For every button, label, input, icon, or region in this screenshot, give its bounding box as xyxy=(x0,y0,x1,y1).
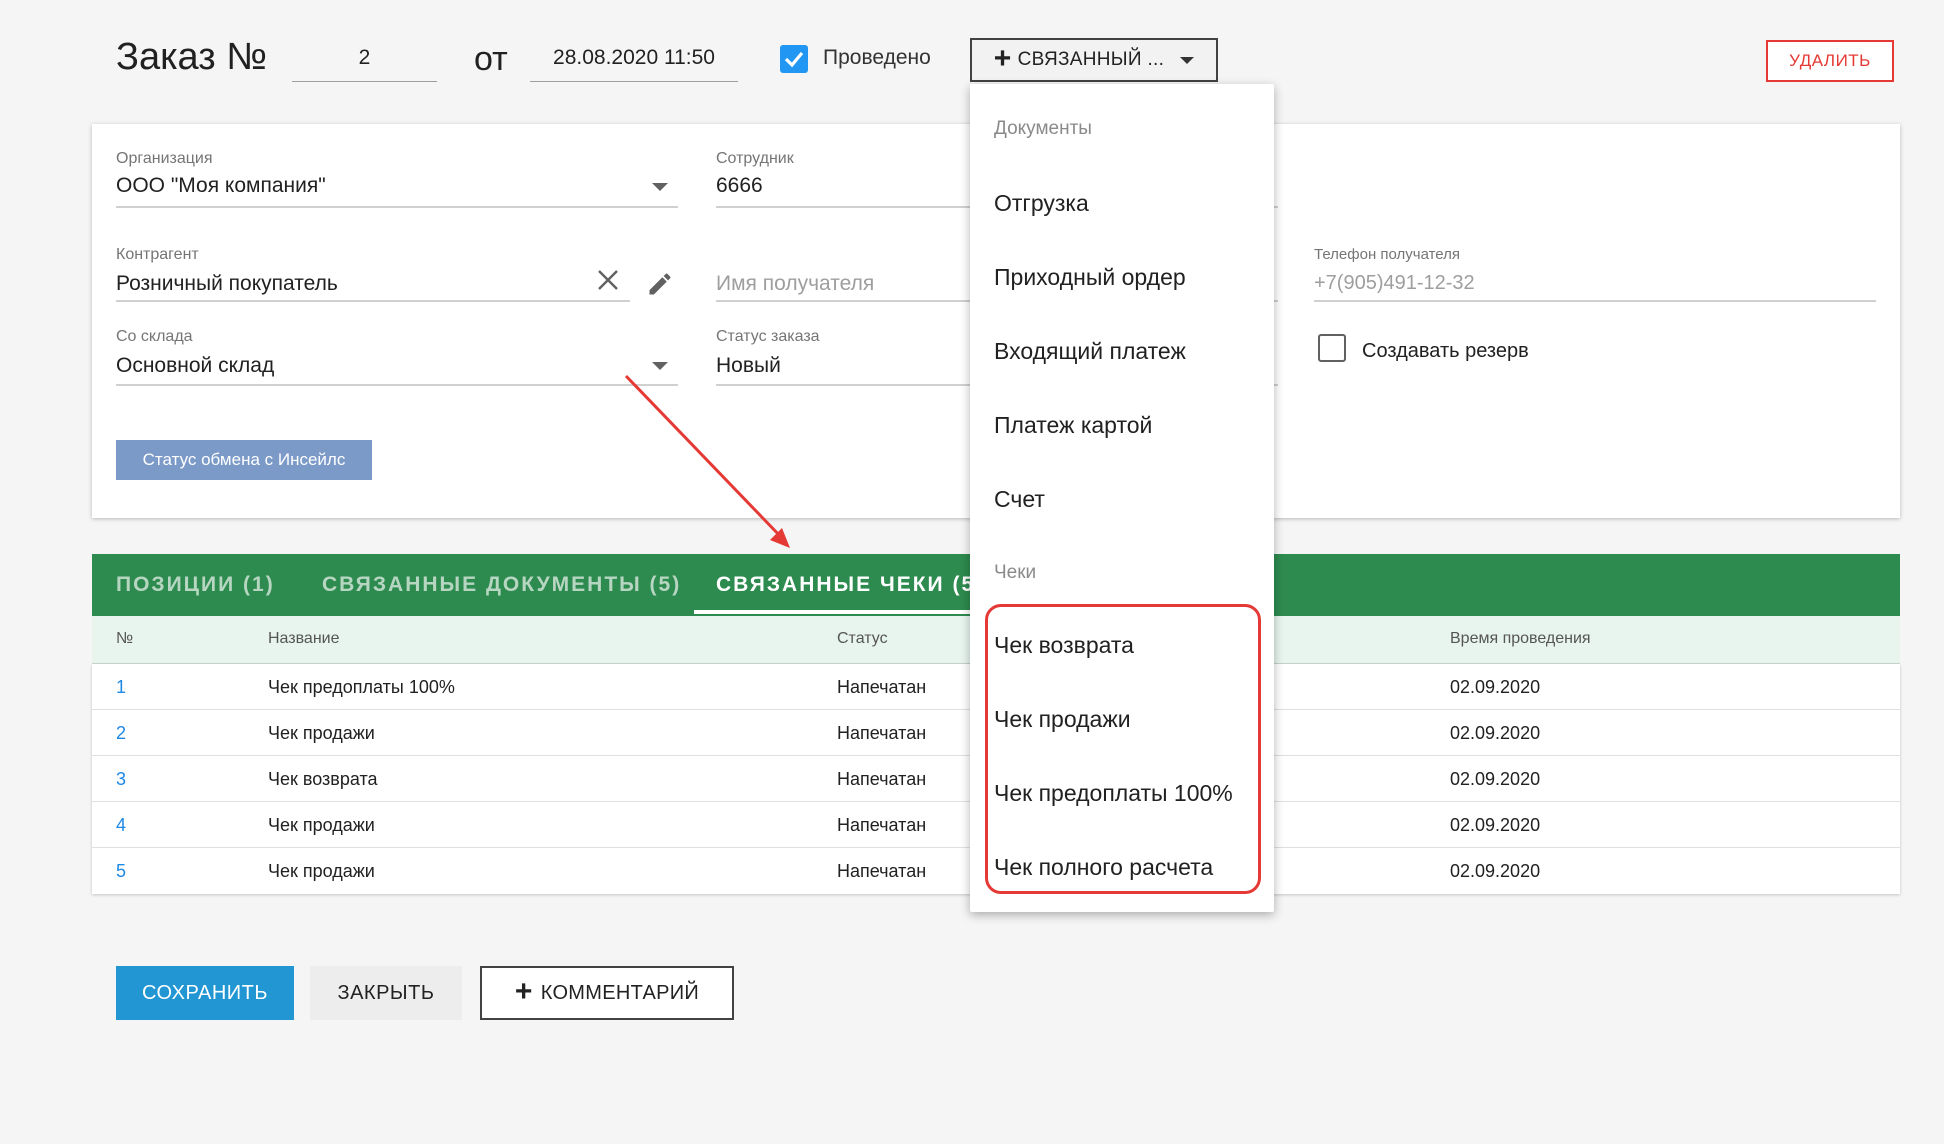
edit-pencil-icon[interactable] xyxy=(646,270,674,298)
receipts-highlight-frame xyxy=(985,604,1261,894)
organization-label: Организация xyxy=(116,150,213,167)
column-header-number: № xyxy=(116,630,134,647)
exchange-status-button[interactable]: Статус обмена с Инсейлс xyxy=(116,440,372,480)
row-time: 02.09.2020 xyxy=(1450,769,1541,789)
organization-select[interactable]: ООО "Моя компания" xyxy=(116,174,326,198)
employee-label: Сотрудник xyxy=(716,150,794,167)
from-label: от xyxy=(474,40,508,78)
recipient-phone-label: Телефон получателя xyxy=(1314,246,1461,263)
column-header-status: Статус xyxy=(837,630,888,647)
create-linked-label: СВЯЗАННЫЙ ... xyxy=(1017,49,1165,70)
row-name: Чек предоплаты 100% xyxy=(268,677,455,697)
row-time: 02.09.2020 xyxy=(1450,861,1541,881)
menu-item-invoice[interactable]: Счет xyxy=(994,486,1045,513)
create-linked-button[interactable]: + СВЯЗАННЫЙ ... xyxy=(970,38,1218,82)
row-number-link[interactable]: 2 xyxy=(116,723,126,744)
menu-item-shipment[interactable]: Отгрузка xyxy=(994,190,1089,217)
row-time: 02.09.2020 xyxy=(1450,723,1541,743)
employee-field[interactable]: 6666 xyxy=(716,174,763,198)
caret-down-icon xyxy=(1180,56,1195,64)
warehouse-dropdown-icon[interactable] xyxy=(652,362,668,370)
tab-linked-receipts[interactable]: СВЯЗАННЫЕ ЧЕКИ (5) xyxy=(716,554,984,616)
order-status-select[interactable]: Новый xyxy=(716,354,781,378)
check-icon xyxy=(784,51,804,68)
order-number-field[interactable]: 2 xyxy=(292,40,437,82)
row-status: Напечатан xyxy=(837,815,927,835)
row-number-link[interactable]: 4 xyxy=(116,815,126,836)
row-name: Чек продажи xyxy=(268,723,375,743)
close-button[interactable]: ЗАКРЫТЬ xyxy=(310,966,462,1020)
order-status-label: Статус заказа xyxy=(716,328,820,345)
row-number-link[interactable]: 5 xyxy=(116,861,126,882)
posted-checkbox[interactable] xyxy=(780,45,808,73)
order-date-field[interactable]: 28.08.2020 11:50 xyxy=(530,40,738,82)
clear-icon[interactable] xyxy=(596,268,620,292)
row-status: Напечатан xyxy=(837,769,927,789)
active-tab-indicator xyxy=(694,610,974,614)
add-comment-label: КОММЕНТАРИЙ xyxy=(540,981,700,1004)
row-status: Напечатан xyxy=(837,723,927,743)
row-time: 02.09.2020 xyxy=(1450,815,1541,835)
delete-button[interactable]: УДАЛИТЬ xyxy=(1766,40,1894,82)
recipient-name-input[interactable]: Имя получателя xyxy=(716,272,874,296)
counterparty-label: Контрагент xyxy=(116,246,199,263)
tab-positions[interactable]: ПОЗИЦИИ (1) xyxy=(116,554,275,616)
create-reserve-label: Создавать резерв xyxy=(1362,340,1529,362)
posted-label: Проведено xyxy=(823,46,931,69)
menu-header-receipts: Чеки xyxy=(994,562,1037,583)
warehouse-select[interactable]: Основной склад xyxy=(116,354,274,378)
plus-icon: + xyxy=(993,41,1012,75)
menu-item-incoming-payment[interactable]: Входящий платеж xyxy=(994,338,1186,365)
recipient-phone-underline xyxy=(1314,300,1876,302)
organization-dropdown-icon[interactable] xyxy=(652,183,668,191)
create-reserve-checkbox[interactable] xyxy=(1318,334,1346,362)
counterparty-underline xyxy=(116,300,630,302)
tab-linked-documents[interactable]: СВЯЗАННЫЕ ДОКУМЕНТЫ (5) xyxy=(322,554,681,616)
row-status: Напечатан xyxy=(837,861,927,881)
counterparty-field[interactable]: Розничный покупатель xyxy=(116,272,338,296)
organization-underline xyxy=(116,206,678,208)
row-name: Чек возврата xyxy=(268,769,378,789)
warehouse-label: Со склада xyxy=(116,328,193,345)
warehouse-underline xyxy=(116,384,678,386)
page-title: Заказ № xyxy=(116,36,267,78)
menu-item-card-payment[interactable]: Платеж картой xyxy=(994,412,1152,439)
menu-item-receipt-order[interactable]: Приходный ордер xyxy=(994,264,1186,291)
row-number-link[interactable]: 1 xyxy=(116,677,126,698)
row-time: 02.09.2020 xyxy=(1450,677,1541,697)
save-button[interactable]: СОХРАНИТЬ xyxy=(116,966,294,1020)
row-name: Чек продажи xyxy=(268,861,375,881)
column-header-time: Время проведения xyxy=(1450,630,1591,647)
menu-header-documents: Документы xyxy=(994,118,1092,139)
row-name: Чек продажи xyxy=(268,815,375,835)
add-comment-button[interactable]: + КОММЕНТАРИЙ xyxy=(480,966,734,1020)
row-number-link[interactable]: 3 xyxy=(116,769,126,790)
row-status: Напечатан xyxy=(837,677,927,697)
recipient-phone-input[interactable]: +7(905)491-12-32 xyxy=(1314,272,1475,295)
column-header-name: Название xyxy=(268,630,340,647)
plus-icon: + xyxy=(514,974,533,1008)
